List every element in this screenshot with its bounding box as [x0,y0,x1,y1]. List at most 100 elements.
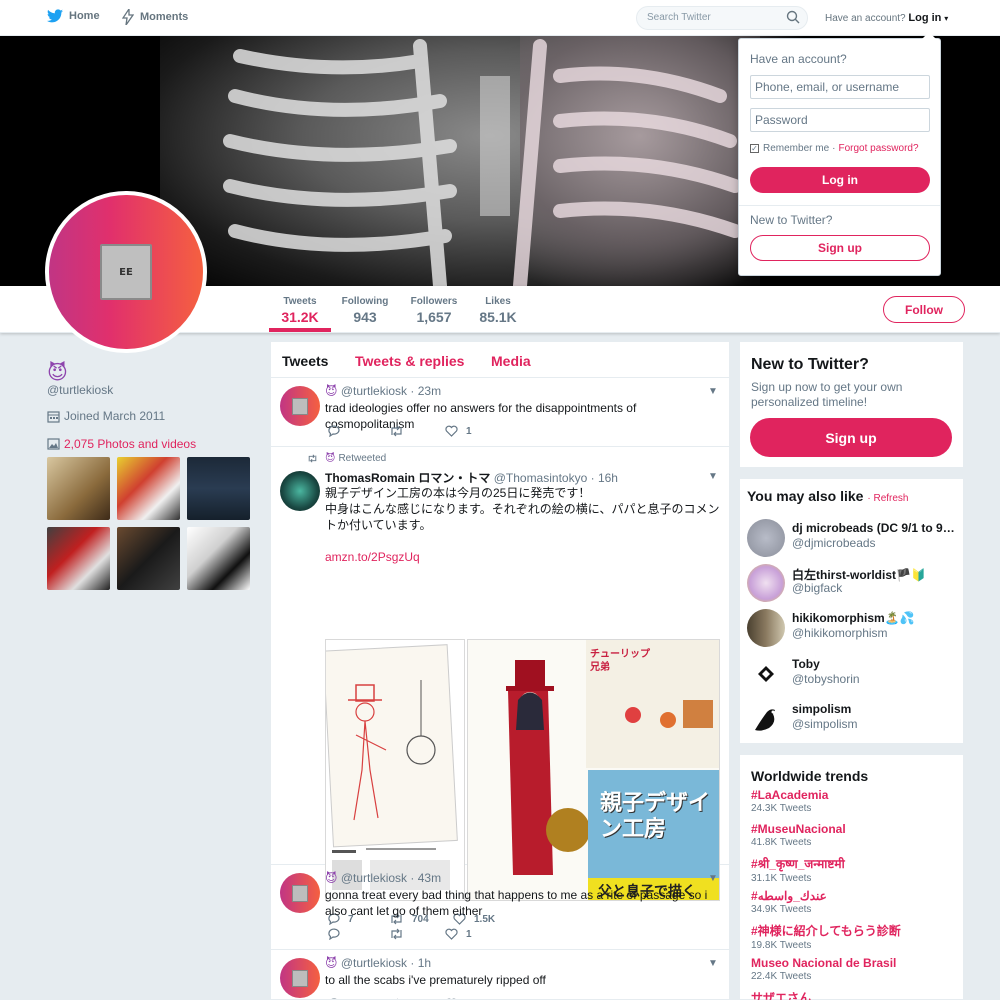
retweet-button[interactable] [389,425,445,437]
forgot-password-link[interactable]: Forgot password? [838,143,918,154]
avatar[interactable] [747,700,785,738]
tweet[interactable]: 😈 Retweeted ThomasRomain ロマン・トマ @Thomasi… [271,447,729,925]
tweet-time[interactable]: · 1h [410,956,431,970]
dropdown-signup-button[interactable]: Sign up [750,235,930,261]
tweet-text-line: 親子デザイン工房の本は今月の25日に発売です！ [325,486,591,500]
chevron-down-icon: ▾ [944,14,949,23]
tweet-avatar[interactable] [280,471,320,511]
signup-button[interactable]: Sign up [750,418,952,457]
like-button[interactable]: 1 [445,425,472,437]
avatar[interactable] [747,609,785,647]
media-thumbnail[interactable] [187,527,250,590]
tweet-author-emoji[interactable]: 😈 [325,871,338,885]
tweet-author-name[interactable]: ThomasRomain ロマン・トマ [325,471,490,485]
wtf-account-name[interactable]: dj microbeads (DC 9/1 to 9… [792,521,955,535]
have-account-text: Have an account? [825,13,906,24]
nav-moments-link[interactable]: Moments [122,9,188,25]
avatar[interactable] [747,655,785,693]
trend-name[interactable]: #MuseuNacional [751,822,846,836]
nav-home-label: Home [69,10,100,22]
trend-name[interactable]: #श्री_कृष्ण_जन्माष्टमी [751,855,845,872]
tweet-header: ThomasRomain ロマン・トマ @Thomasintokyo · 16h [325,469,618,486]
trend-item[interactable]: #神様に紹介してもらう診断 19.8K Tweets [751,922,901,951]
tweet[interactable]: 😈 @turtlekiosk · 23m ▼ trad ideologies o… [271,378,729,447]
stat-tweets[interactable]: Tweets 31.2K [269,296,331,325]
search-icon[interactable] [786,10,800,24]
trend-name[interactable]: サザエさん [751,989,811,1000]
wtf-account-name[interactable]: Toby [792,657,820,671]
book-illustration-image [468,640,719,900]
trend-name[interactable]: #神様に紹介してもらう診断 [751,922,901,939]
tweet-avatar[interactable] [280,386,320,426]
tweet-author-emoji[interactable]: 😈 [325,384,338,398]
tweet-time[interactable]: · 43m [410,871,441,885]
login-link[interactable]: Log in [908,12,941,24]
tweet-author-handle[interactable]: @turtlekiosk [341,956,407,970]
profile-display-name: 😈 [47,360,68,384]
media-thumbnail[interactable] [47,527,110,590]
tweet[interactable]: 😈 @turtlekiosk · 43m ▼ gonna treat every… [271,865,729,950]
password-field[interactable]: Password [750,108,930,132]
chevron-down-icon[interactable]: ▼ [708,471,718,482]
profile-handle: @turtlekiosk [47,383,114,397]
tweet[interactable]: 😈 @turtlekiosk · 1h ▼ to all the scabs i… [271,950,729,999]
tweet-media-left[interactable] [325,639,465,901]
trend-item[interactable]: #MuseuNacional 41.8K Tweets [751,822,846,848]
wtf-account-name[interactable]: hikikomorphism🏝️💦 [792,611,915,625]
trend-name[interactable]: #LaAcademia [751,788,828,802]
search-input[interactable]: Search Twitter [636,6,808,30]
photos-videos-link[interactable]: 2,075 Photos and videos [47,437,196,451]
tweet-media-right[interactable]: チューリップ兄弟 親子デザイン工房 父と息子で描く [467,639,720,901]
tab-media[interactable]: Media [491,353,531,369]
tweet-time[interactable]: · 23m [410,384,441,398]
tweet-text-spacer [325,533,723,549]
tab-tweets-replies[interactable]: Tweets & replies [355,353,464,369]
tweet-avatar[interactable] [280,873,320,913]
stat-following[interactable]: Following 943 [338,296,392,325]
remember-me-label[interactable]: Remember me [763,143,829,154]
reply-button[interactable] [327,928,389,940]
tweet-author-handle[interactable]: @turtlekiosk [341,871,407,885]
retweet-button[interactable] [389,928,445,940]
stat-followers-label: Followers [410,296,458,307]
media-thumbnail[interactable] [117,527,180,590]
trend-name[interactable]: Museo Nacional de Brasil [751,956,896,970]
tab-tweets[interactable]: Tweets [282,353,328,369]
tweet-avatar[interactable] [280,958,320,998]
username-field[interactable]: Phone, email, or username [750,75,930,99]
diamond-logo-icon [758,666,774,682]
chevron-down-icon[interactable]: ▼ [708,386,718,397]
follow-button[interactable]: Follow [883,296,965,323]
tweet-author-handle[interactable]: @turtlekiosk [341,384,407,398]
wtf-account-name[interactable]: simpolism [792,702,851,716]
refresh-link[interactable]: · Refresh [867,493,908,504]
tweet-author-emoji[interactable]: 😈 [325,956,338,970]
like-button[interactable]: 1 [445,928,472,940]
chevron-down-icon[interactable]: ▼ [708,873,718,884]
chip-image [292,969,308,987]
login-prompt[interactable]: Have an account? Log in ▾ [825,12,948,24]
login-button[interactable]: Log in [750,167,930,193]
chevron-down-icon[interactable]: ▼ [708,958,718,969]
trend-item[interactable]: #LaAcademia 24.3K Tweets [751,788,828,814]
tweet-link[interactable]: amzn.to/2PsgzUq [325,550,420,564]
tweet-time[interactable]: · 16h [591,471,618,485]
profile-avatar[interactable]: EE [45,191,207,353]
trend-item[interactable]: #عندك_واسطه 34.9K Tweets [751,889,827,915]
trend-name[interactable]: #عندك_واسطه [751,889,827,903]
wtf-account-handle: @simpolism [792,717,858,731]
media-thumbnail[interactable] [187,457,250,520]
stat-followers[interactable]: Followers 1,657 [406,296,462,325]
reply-button[interactable] [327,425,389,437]
remember-me-checkbox[interactable]: ✓ [750,144,759,153]
trend-item[interactable]: サザエさん [751,989,811,1000]
stat-likes[interactable]: Likes 85.1K [474,296,522,325]
media-thumbnail[interactable] [47,457,110,520]
trend-item[interactable]: #श्री_कृष्ण_जन्माष्टमी 31.1K Tweets [751,855,845,884]
avatar[interactable] [747,519,785,557]
avatar[interactable] [747,564,785,602]
tweet-author-handle[interactable]: @Thomasintokyo [494,471,588,485]
nav-home-link[interactable]: Home [47,9,100,23]
media-thumbnail[interactable] [117,457,180,520]
trend-item[interactable]: Museo Nacional de Brasil 22.4K Tweets [751,956,896,982]
